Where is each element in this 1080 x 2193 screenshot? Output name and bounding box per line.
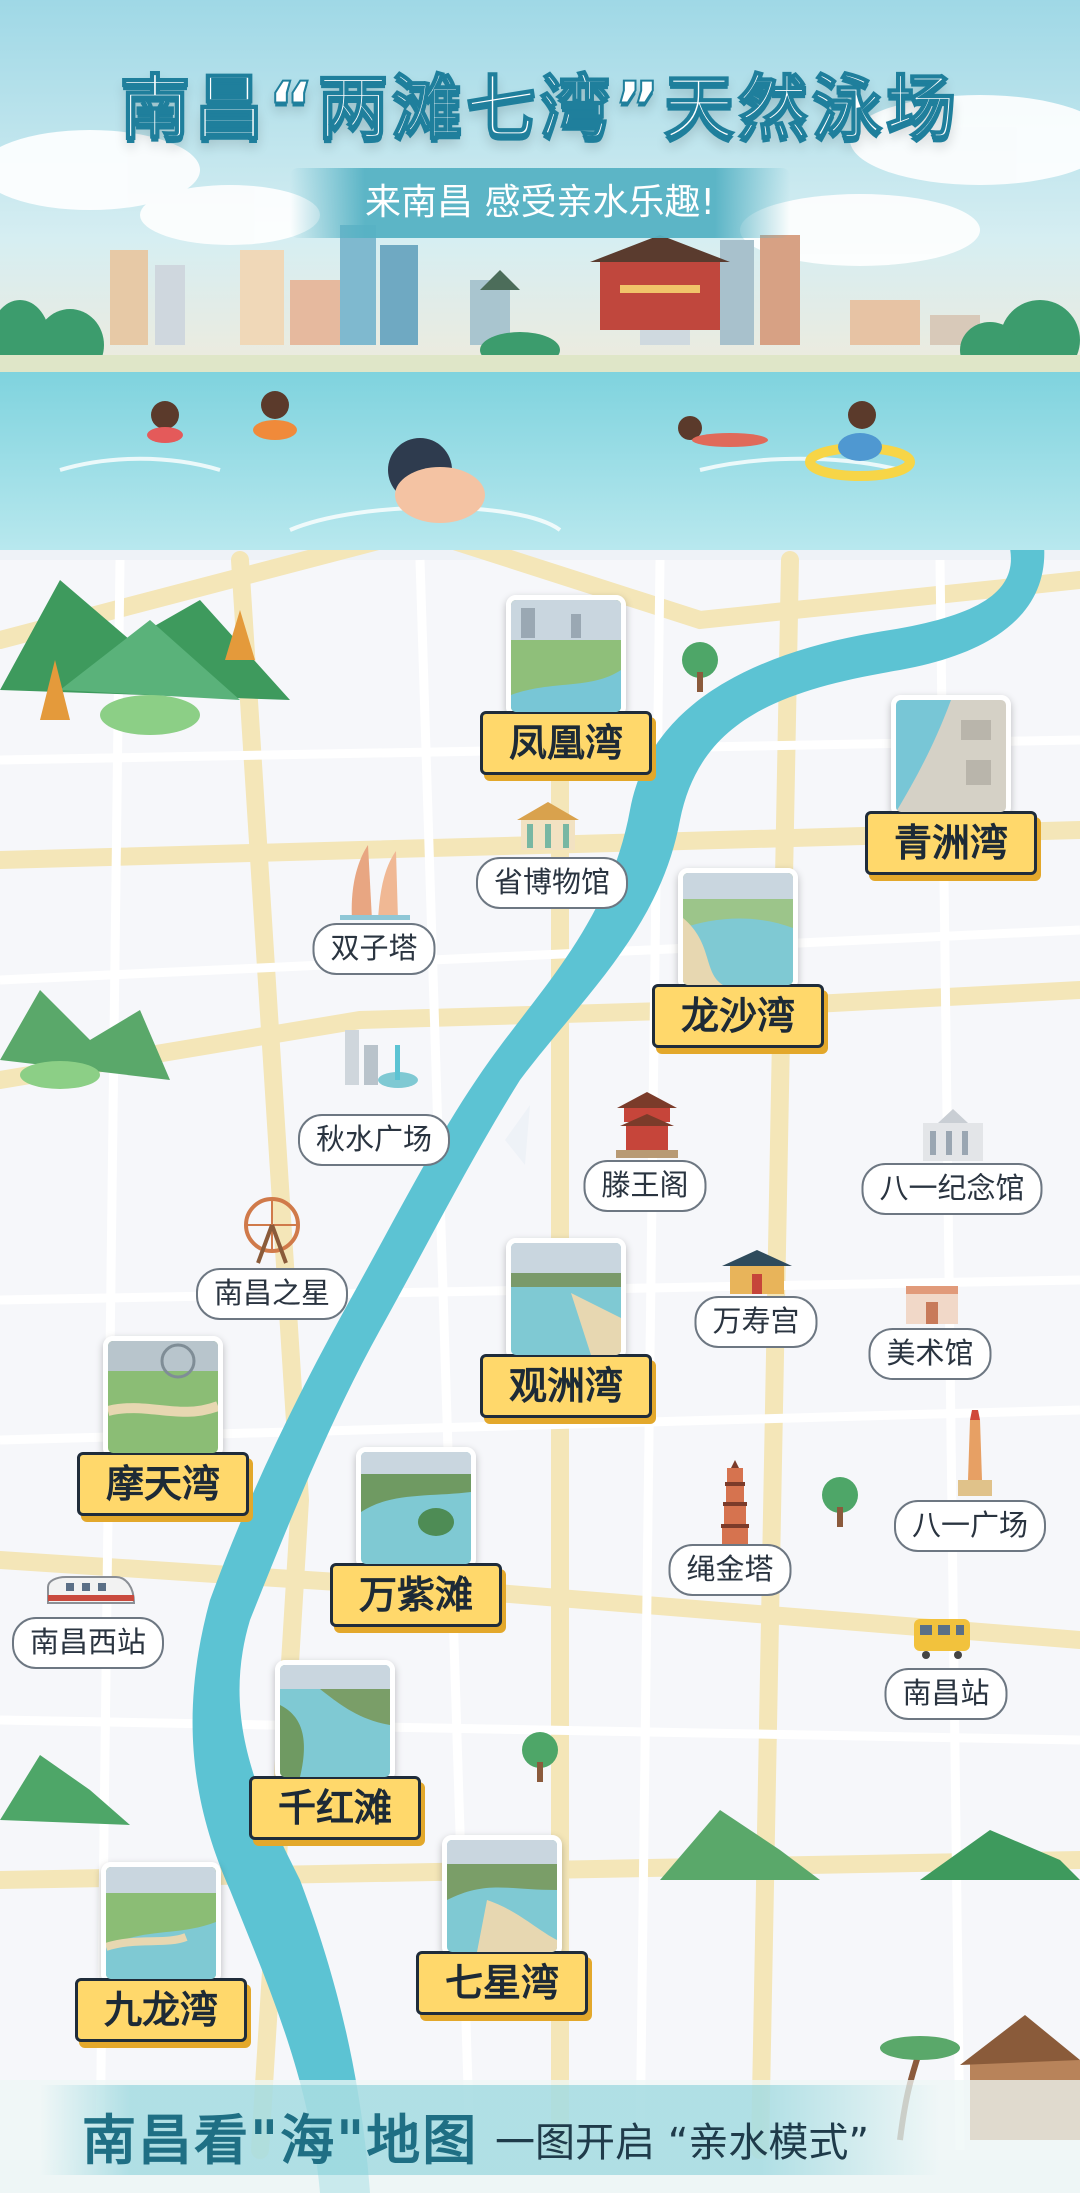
landmark-label-bayi-memorial[interactable]: 八一纪念馆 [861, 1163, 1043, 1215]
high-speed-train-icon [47, 1576, 136, 1604]
title-block: 南昌“两滩七湾”天然泳场 [0, 52, 1080, 153]
bay-photo [678, 868, 798, 990]
subtitle-banner: 来南昌 感受亲水乐趣! [290, 168, 790, 238]
bay-photo [891, 695, 1011, 817]
landmark-label-qiushui[interactable]: 秋水广场 [297, 1114, 451, 1166]
footer-title: 南昌看"海"地图 [82, 2109, 479, 2172]
bay-label: 万紫滩 [330, 1563, 502, 1627]
landmark-label-wanshou[interactable]: 万寿宫 [694, 1296, 818, 1348]
bay-label: 凤凰湾 [480, 711, 652, 775]
bay-photo [506, 595, 626, 717]
landmark-label-museum[interactable]: 省博物馆 [475, 857, 629, 909]
bay-card-qingzhou[interactable]: 青洲湾 [865, 695, 1037, 875]
landmark-label-west-station[interactable]: 南昌西站 [11, 1617, 165, 1669]
bay-photo [506, 1238, 626, 1360]
landmark-label-shengjin[interactable]: 绳金塔 [668, 1544, 792, 1596]
bay-card-wanzi[interactable]: 万紫滩 [330, 1447, 502, 1627]
landmark-label-twin-towers[interactable]: 双子塔 [312, 923, 436, 975]
map-poster: 南昌“两滩七湾”天然泳场 来南昌 感受亲水乐趣! 凤凰湾 青洲湾 龙沙湾 观洲湾… [0, 0, 1080, 2193]
bay-photo [103, 1336, 223, 1458]
bay-label: 九龙湾 [75, 1978, 247, 2042]
twin-towers-icon [340, 845, 410, 920]
ferris-wheel-icon [244, 1197, 300, 1264]
bay-label: 龙沙湾 [652, 984, 824, 1048]
landmark-label-station[interactable]: 南昌站 [884, 1668, 1008, 1720]
memorial-hall-icon [923, 1109, 983, 1161]
bay-card-qixing[interactable]: 七星湾 [416, 1835, 588, 2015]
footer-subtitle: 一图开启 “亲水模式” [495, 2120, 870, 2166]
bay-label: 千红滩 [249, 1776, 421, 1840]
bay-card-qianhong[interactable]: 千红滩 [249, 1660, 421, 1840]
pavilion-icon [616, 1092, 678, 1158]
pagoda-icon [721, 1460, 749, 1548]
bay-card-guanzhou[interactable]: 观洲湾 [480, 1238, 652, 1418]
bay-photo [275, 1660, 395, 1782]
bay-photo [356, 1447, 476, 1569]
landmark-label-art[interactable]: 美术馆 [868, 1328, 992, 1380]
bay-label: 观洲湾 [480, 1354, 652, 1418]
monument-icon [958, 1410, 992, 1496]
bay-label: 青洲湾 [865, 811, 1037, 875]
square-icon [345, 1030, 418, 1088]
page-title: 南昌“两滩七湾”天然泳场 [119, 66, 960, 150]
landmark-label-bayi-square[interactable]: 八一广场 [893, 1500, 1047, 1552]
bay-card-jiulong[interactable]: 九龙湾 [75, 1862, 247, 2042]
art-museum-icon [906, 1286, 958, 1324]
museum-icon [517, 802, 579, 850]
bay-photo [442, 1835, 562, 1957]
train-icon [914, 1619, 970, 1659]
landmark-label-tengwang[interactable]: 滕王阁 [583, 1160, 707, 1212]
bay-photo [101, 1862, 221, 1984]
landmark-label-star[interactable]: 南昌之星 [195, 1268, 349, 1320]
palace-icon [722, 1250, 792, 1294]
bay-label: 七星湾 [416, 1951, 588, 2015]
bay-card-longsha[interactable]: 龙沙湾 [652, 868, 824, 1048]
bay-card-motian[interactable]: 摩天湾 [77, 1336, 249, 1516]
bay-card-fenghuang[interactable]: 凤凰湾 [480, 595, 652, 775]
bay-label: 摩天湾 [77, 1452, 249, 1516]
